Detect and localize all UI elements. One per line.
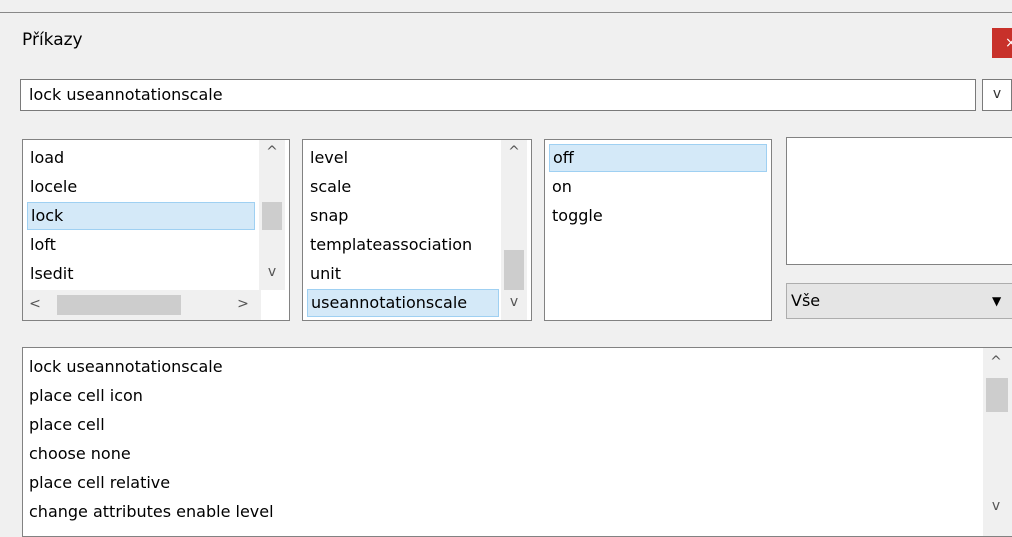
list-item[interactable]: scale <box>307 173 351 201</box>
list-item[interactable]: place cell <box>25 410 105 439</box>
list-item[interactable]: lock useannotationscale <box>25 352 223 381</box>
list-item[interactable]: choose none <box>25 439 131 468</box>
filter-combo[interactable]: Vše ▼ <box>786 283 1012 319</box>
list-item-selected[interactable]: lock <box>27 202 255 230</box>
scroll-thumb[interactable] <box>262 202 282 230</box>
command-input[interactable]: lock useannotationscale <box>20 79 976 111</box>
vertical-scrollbar[interactable]: ^ v <box>259 140 285 290</box>
history-list[interactable]: lock useannotationscale place cell icon … <box>22 347 1012 537</box>
list-item-selected[interactable]: useannotationscale <box>307 289 499 317</box>
list-item[interactable]: unit <box>307 260 341 288</box>
list-item[interactable]: templateassociation <box>307 231 472 259</box>
scroll-thumb[interactable] <box>504 250 524 290</box>
dropdown-arrow-icon: ▼ <box>992 294 1002 308</box>
subkeywords-list[interactable]: level scale snap templateassociation uni… <box>302 139 532 321</box>
scroll-left-icon[interactable]: < <box>25 296 45 312</box>
scroll-down-icon[interactable]: v <box>504 294 524 310</box>
window-title: Příkazy <box>22 30 83 50</box>
list-item[interactable]: loft <box>27 231 56 259</box>
list-item-selected[interactable]: off <box>549 144 767 172</box>
vertical-scrollbar[interactable]: ^ v <box>983 348 1012 536</box>
scroll-up-icon[interactable]: ^ <box>262 144 282 160</box>
window-top-border <box>0 12 1012 13</box>
horizontal-scrollbar[interactable]: < > <box>23 290 261 320</box>
list-item[interactable]: lsedit <box>27 260 74 288</box>
scroll-down-icon[interactable]: v <box>986 498 1006 514</box>
filter-combo-value: Vše <box>791 291 821 310</box>
keywords-list[interactable]: load locele lock loft lsedit ^ v < > <box>22 139 290 321</box>
scroll-thumb[interactable] <box>986 378 1008 412</box>
chevron-down-icon: v <box>992 86 1002 102</box>
list-item[interactable]: locele <box>27 173 77 201</box>
scroll-up-icon[interactable]: ^ <box>504 144 524 160</box>
options-list[interactable]: off on toggle <box>544 139 772 321</box>
close-button[interactable]: × <box>992 28 1012 58</box>
scroll-up-icon[interactable]: ^ <box>986 354 1006 370</box>
command-dropdown-button[interactable]: v <box>982 79 1012 111</box>
list-item[interactable]: load <box>27 144 64 172</box>
list-item[interactable]: level <box>307 144 348 172</box>
scroll-right-icon[interactable]: > <box>233 296 253 312</box>
vertical-scrollbar[interactable]: ^ v <box>501 140 527 320</box>
list-item[interactable]: place cell icon <box>25 381 143 410</box>
scroll-thumb[interactable] <box>57 295 181 315</box>
list-item[interactable]: toggle <box>549 202 603 230</box>
preview-panel <box>786 137 1012 265</box>
list-item[interactable]: change attributes enable level <box>25 497 274 526</box>
list-item[interactable]: on <box>549 173 572 201</box>
list-item[interactable]: snap <box>307 202 348 230</box>
list-item[interactable]: place cell relative <box>25 468 170 497</box>
scroll-down-icon[interactable]: v <box>262 264 282 280</box>
